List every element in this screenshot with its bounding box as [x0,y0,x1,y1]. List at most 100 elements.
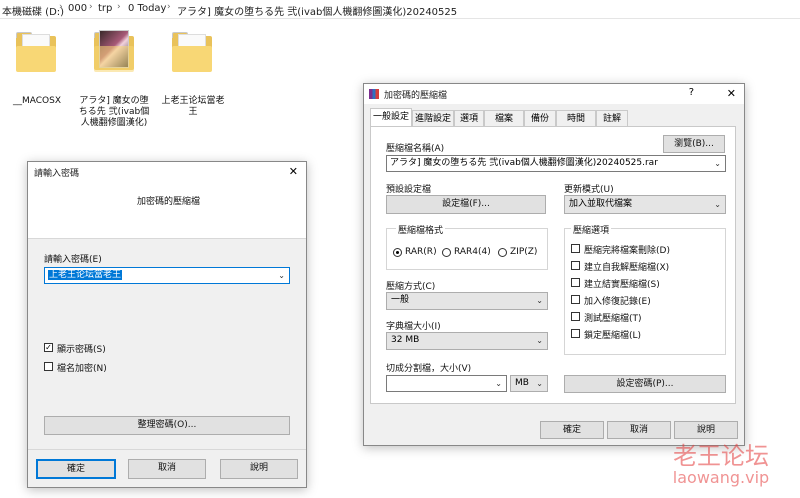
tab-time[interactable]: 時間 [556,110,596,126]
format-zip-radio[interactable] [498,248,507,257]
organize-passwords-button[interactable]: 整理密碼(O)... [44,416,290,435]
address-breadcrumb: 本機磁碟 (D:) › 000 › trp › 0 Today › アラタ] 魔… [0,0,800,19]
split-unit-value: MB [515,378,529,388]
format-rar-label[interactable]: RAR(R) [405,247,437,257]
profiles-label: 預設設定檔 [386,185,432,195]
update-mode-value: 加入並取代檔案 [569,199,633,209]
create-sfx-label[interactable]: 建立自我解壓縮檔(X) [584,260,669,273]
password-label: 請輸入密碼(E) [44,255,102,265]
winrar-icon [369,89,379,99]
dictionary-size-label: 字典檔大小(I) [386,322,441,332]
format-rar-radio[interactable] [393,248,402,257]
folder-label: アラタ] 魔女の堕ちる先 弐(ivab個人機翻修圖漢化) [78,96,150,128]
chevron-down-icon: ⌄ [536,379,543,388]
dialog-title: 請輸入密碼 [34,169,80,179]
folder-thumbnail-icon[interactable] [92,30,136,74]
create-sfx-checkbox[interactable] [571,261,580,270]
test-archive-checkbox[interactable] [571,312,580,321]
update-mode-select[interactable]: 加入並取代檔案 ⌄ [564,195,726,214]
set-password-button[interactable]: 設定密碼(P)... [564,375,726,393]
chevron-down-icon[interactable]: ⌄ [495,376,502,391]
folder-label: __MACOSX [12,96,61,106]
compression-method-value: 一般 [391,295,410,305]
watermark-logo: 老王论坛 [673,442,769,470]
tab-files[interactable]: 檔案 [484,110,524,126]
tab-options[interactable]: 選項 [454,110,484,126]
ok-button[interactable]: 確定 [36,459,116,479]
delete-files-label[interactable]: 壓縮完將檔案刪除(D) [584,243,670,256]
breadcrumb-folder-trp[interactable]: trp [98,3,112,14]
split-size-input[interactable]: ⌄ [386,375,507,392]
archive-name-value: アラタ] 魔女の堕ちる先 弐(ivab個人機翻修圖漢化)20240525.rar [390,158,658,168]
browse-button[interactable]: 瀏覽(B)... [663,135,725,153]
dialog-titlebar: 加密碼的壓縮檔 ? ✕ [364,84,744,104]
divider [28,238,306,239]
update-mode-label: 更新模式(U) [564,185,614,195]
format-zip-label[interactable]: ZIP(Z) [510,247,537,257]
delete-files-checkbox[interactable] [571,244,580,253]
breadcrumb-separator-icon: › [117,2,121,12]
chevron-down-icon: ⌄ [536,296,543,305]
encrypt-filenames-label[interactable]: 檔名加密(N) [57,361,107,374]
lock-archive-label[interactable]: 鎖定壓縮檔(L) [584,328,641,341]
split-volumes-label: 切成分割檔，大小(V) [386,364,472,374]
create-solid-checkbox[interactable] [571,278,580,287]
dialog-titlebar: 請輸入密碼 ✕ [28,162,306,182]
help-button[interactable]: 說明 [220,459,298,479]
archiving-options-label: 壓縮選項 [571,223,612,236]
breadcrumb-folder-today[interactable]: 0 Today [128,3,166,14]
tab-general[interactable]: 一般設定 [370,108,412,127]
split-unit-select[interactable]: MB ⌄ [510,375,548,392]
chevron-down-icon[interactable]: ⌄ [714,156,721,171]
show-password-label[interactable]: 顯示密碼(S) [57,342,106,355]
encrypt-filenames-checkbox[interactable] [44,362,53,371]
archive-password-dialog: 加密碼的壓縮檔 ? ✕ 一般設定 進階設定 選項 檔案 備份 時間 註解 壓縮檔… [363,83,745,446]
ok-button[interactable]: 確定 [540,421,604,439]
lock-archive-checkbox[interactable] [571,329,580,338]
dialog-header-text: 加密碼的壓縮檔 [137,197,201,207]
chevron-down-icon: ⌄ [536,336,543,345]
folder-label: 上老王论坛當老王 [161,96,225,117]
tab-comment[interactable]: 註解 [596,110,628,126]
breadcrumb-separator-icon: › [89,2,93,12]
chevron-down-icon[interactable]: ⌄ [278,268,285,283]
watermark-url: laowang.vip [672,468,770,487]
dialog-header: 加密碼的壓縮檔 [28,182,306,238]
tab-advanced[interactable]: 進階設定 [412,110,454,126]
archive-name-label: 壓縮檔名稱(A) [386,144,445,154]
password-input[interactable]: 上老王论坛當老王 ⌄ [44,267,290,284]
enter-password-dialog: 請輸入密碼 ✕ 加密碼的壓縮檔 請輸入密碼(E) 上老王论坛當老王 ⌄ ✓ 顯示… [27,161,307,488]
dialog-title: 加密碼的壓縮檔 [384,91,448,101]
archive-name-input[interactable]: アラタ] 魔女の堕ちる先 弐(ivab個人機翻修圖漢化)20240525.rar… [386,155,726,172]
profiles-button[interactable]: 設定檔(F)... [386,195,546,214]
password-value: 上老王论坛當老王 [48,270,123,280]
close-icon[interactable]: ✕ [727,87,736,100]
chevron-down-icon: ⌄ [714,200,721,209]
folder-icon[interactable] [170,30,214,74]
show-password-checkbox[interactable]: ✓ [44,343,53,352]
archive-format-label: 壓縮檔格式 [396,223,446,236]
breadcrumb-separator-icon: › [59,2,63,12]
breadcrumb-drive[interactable]: 本機磁碟 (D:) [2,3,64,18]
folder-icon[interactable] [14,30,58,74]
divider [28,449,306,450]
create-solid-label[interactable]: 建立結實壓縮檔(S) [584,277,660,290]
compression-method-select[interactable]: 一般 ⌄ [386,292,548,310]
format-rar4-label[interactable]: RAR4(4) [454,247,491,257]
cancel-button[interactable]: 取消 [128,459,206,479]
tab-backup[interactable]: 備份 [524,110,556,126]
dictionary-size-select[interactable]: 32 MB ⌄ [386,332,548,350]
breadcrumb-current-folder[interactable]: アラタ] 魔女の堕ちる先 弐(ivab個人機翻修圖漢化)20240525 [177,3,457,18]
breadcrumb-folder-000[interactable]: 000 [68,3,87,14]
test-archive-label[interactable]: 測試壓縮檔(T) [584,311,642,324]
archive-format-group: 壓縮檔格式 RAR(R) RAR4(4) ZIP(Z) [386,223,548,270]
recovery-record-checkbox[interactable] [571,295,580,304]
compression-method-label: 壓縮方式(C) [386,282,436,292]
close-icon[interactable]: ✕ [289,165,298,178]
archiving-options-group: 壓縮選項 壓縮完將檔案刪除(D) 建立自我解壓縮檔(X) 建立結實壓縮檔(S) … [564,223,726,355]
tab-panel: 壓縮檔名稱(A) 瀏覽(B)... アラタ] 魔女の堕ちる先 弐(ivab個人機… [370,126,736,404]
recovery-record-label[interactable]: 加入修復記錄(E) [584,294,651,307]
help-icon[interactable]: ? [689,87,694,98]
format-rar4-radio[interactable] [442,248,451,257]
dictionary-size-value: 32 MB [391,335,420,345]
